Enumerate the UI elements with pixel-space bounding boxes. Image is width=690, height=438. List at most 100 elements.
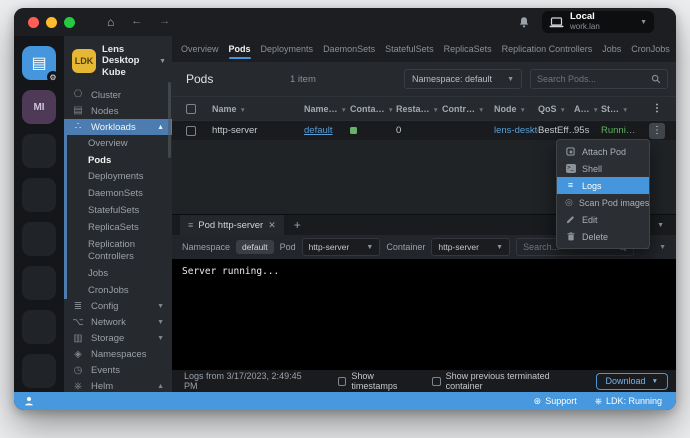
kebab-menu-icon[interactable]: ⋮ — [652, 103, 662, 114]
workspace-avatar[interactable]: MI — [22, 90, 56, 124]
tab-jobs[interactable]: Jobs — [597, 36, 626, 62]
menu-item-attach-pod[interactable]: Attach Pod — [557, 143, 649, 160]
tab-daemonsets[interactable]: DaemonSets — [318, 36, 380, 62]
sidebar-item-daemonsets[interactable]: DaemonSets — [67, 186, 172, 203]
sidebar-item-statefulsets[interactable]: StatefulSets — [67, 203, 172, 220]
forward-icon[interactable]: → — [159, 16, 170, 28]
log-output[interactable]: Server running... — [172, 259, 676, 370]
search-next-icon[interactable]: ▼ — [659, 244, 666, 251]
tab-statefulsets[interactable]: StatefulSets — [380, 36, 439, 62]
container-status-icon — [350, 127, 357, 134]
menu-item-delete[interactable]: Delete — [557, 228, 649, 245]
namespace-link[interactable]: default — [304, 125, 333, 136]
sidebar-scrollbar[interactable] — [168, 82, 171, 158]
column-namespace[interactable]: Name…▼ — [304, 104, 350, 114]
column-qos[interactable]: QoS▼ — [538, 104, 574, 114]
namespace-filter-select[interactable]: Namespace: default ▼ — [404, 69, 522, 89]
user-icon[interactable] — [24, 396, 34, 406]
column-controlled-by[interactable]: Contr…▼ — [442, 104, 494, 114]
sidebar-item-cronjobs[interactable]: CronJobs — [67, 282, 172, 299]
sidebar-item-label: Nodes — [91, 106, 118, 117]
tab-pods[interactable]: Pods — [224, 36, 256, 62]
menu-item-edit[interactable]: Edit — [557, 211, 649, 228]
select-all-checkbox[interactable] — [186, 104, 196, 114]
cluster-brand[interactable]: LDK Lens Desktop Kube ▼ — [64, 36, 172, 87]
sidebar-item-namespaces[interactable]: ◈ Namespaces — [64, 347, 172, 363]
maximize-window-button[interactable] — [64, 17, 75, 28]
column-status[interactable]: St…▼ — [601, 104, 643, 114]
nodes-icon: ▤ — [72, 106, 84, 116]
pods-search — [530, 69, 668, 89]
column-name[interactable]: Name▼ — [212, 104, 304, 114]
app-status-label: LDK: Running — [606, 396, 662, 406]
minimize-window-button[interactable] — [46, 17, 57, 28]
download-button[interactable]: Download ▼ — [596, 373, 668, 390]
home-icon[interactable]: ⌂ — [107, 16, 114, 28]
column-age[interactable]: A…▼ — [574, 104, 601, 114]
menu-item-shell[interactable]: >_ Shell — [557, 160, 649, 177]
cluster-selector[interactable]: Local work.lan ▼ — [542, 11, 654, 33]
notifications-bell-icon[interactable] — [518, 16, 530, 29]
catalog-icon: ▤ — [31, 53, 46, 73]
show-timestamps-checkbox[interactable]: Show timestamps — [338, 371, 419, 391]
back-icon[interactable]: ← — [131, 16, 142, 28]
sidebar-item-helm[interactable]: ⎈ Helm ▲ — [64, 379, 172, 392]
sidebar-item-storage[interactable]: ▥ Storage ▼ — [64, 331, 172, 347]
show-previous-checkbox[interactable]: Show previous terminated container — [432, 371, 583, 391]
menu-item-scan-pod-images[interactable]: ◎ Scan Pod images — [557, 194, 649, 211]
sidebar-item-jobs[interactable]: Jobs — [67, 265, 172, 282]
attach-pod-icon — [565, 147, 576, 156]
column-containers[interactable]: Conta…▼ — [350, 104, 396, 114]
new-tab-button[interactable]: + — [294, 215, 301, 235]
cluster-domain: work.lan — [570, 23, 634, 32]
support-button[interactable]: ⊛ Support — [534, 396, 577, 407]
tab-replicasets[interactable]: ReplicaSets — [439, 36, 497, 62]
checkbox-icon — [338, 377, 347, 386]
dock-tab-pod-logs[interactable]: ≡ Pod http-server ✕ — [180, 215, 284, 235]
tab-replication-controllers[interactable]: Replication Controllers — [497, 36, 598, 62]
tab-overview[interactable]: Overview — [176, 36, 224, 62]
checkbox-icon — [432, 377, 441, 386]
item-count: 1 item — [290, 74, 396, 85]
page-title: Pods — [186, 72, 282, 86]
container-select[interactable]: http-server ▼ — [431, 238, 510, 256]
pod-qos: BestEff… — [538, 125, 574, 136]
pods-search-input[interactable] — [537, 74, 647, 84]
menu-item-label: Attach Pod — [582, 147, 626, 157]
sidebar-item-events[interactable]: ◷ Events — [64, 363, 172, 379]
column-node[interactable]: Node▼ — [494, 104, 538, 114]
sidebar-item-network[interactable]: ⌥ Network ▼ — [64, 315, 172, 331]
sidebar-item-nodes[interactable]: ▤ Nodes — [64, 103, 172, 119]
sidebar-item-workloads[interactable]: ∴ Workloads ▲ — [64, 119, 172, 135]
workloads-icon: ∴ — [72, 122, 84, 132]
chevron-up-icon: ▲ — [157, 383, 164, 390]
tab-cronjobs[interactable]: CronJobs — [626, 36, 675, 62]
sidebar-item-replication-controllers[interactable]: Replication Controllers — [67, 236, 172, 265]
row-kebab-menu-button[interactable]: ⋮ — [649, 123, 665, 139]
sidebar-item-cluster[interactable]: ⎔ Cluster — [64, 87, 172, 103]
menu-item-label: Edit — [582, 215, 598, 225]
log-line: Server running... — [182, 266, 279, 277]
gear-icon[interactable]: ⚙ — [47, 71, 59, 83]
workloads-tabstrip: Overview Pods Deployments DaemonSets Sta… — [172, 36, 676, 62]
sidebar-item-deployments[interactable]: Deployments — [67, 169, 172, 186]
sort-caret-icon: ▼ — [341, 107, 347, 114]
tab-deployments[interactable]: Deployments — [256, 36, 319, 62]
app-status[interactable]: ⎈ LDK: Running — [595, 396, 662, 407]
collapse-dock-icon[interactable]: ▼ — [657, 215, 664, 235]
table-row[interactable]: http-server default 0 lens-desktc BestEf… — [172, 120, 676, 140]
chevron-down-icon: ▼ — [652, 378, 658, 385]
sidebar-item-replicasets[interactable]: ReplicaSets — [67, 220, 172, 237]
sidebar-item-pods[interactable]: Pods — [67, 152, 172, 169]
catalog-button[interactable]: ▤ ⚙ — [22, 46, 56, 80]
menu-item-logs[interactable]: ≡ Logs — [557, 177, 649, 194]
namespace-badge: default — [236, 240, 274, 254]
sidebar-item-overview[interactable]: Overview — [67, 135, 172, 152]
close-icon[interactable]: ✕ — [268, 220, 276, 231]
pod-select[interactable]: http-server ▼ — [302, 238, 381, 256]
sidebar-item-config[interactable]: ≣ Config ▼ — [64, 299, 172, 315]
close-window-button[interactable] — [28, 17, 39, 28]
node-link[interactable]: lens-desktc — [494, 125, 538, 136]
row-checkbox[interactable] — [186, 126, 196, 136]
column-restarts[interactable]: Resta…▼ — [396, 104, 442, 114]
